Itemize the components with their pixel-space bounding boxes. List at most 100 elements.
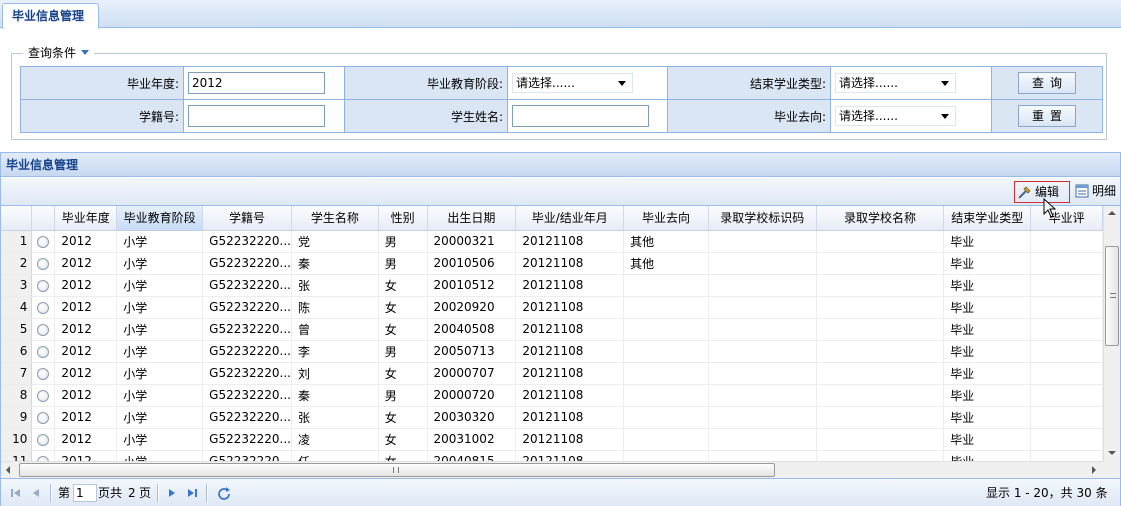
year-label: 毕业年度: [20, 66, 184, 100]
cell-name: 秦 [291, 252, 379, 275]
row-radio[interactable] [37, 411, 50, 424]
tab-label: 毕业信息管理 [12, 9, 85, 23]
column-header[interactable]: 录取学校标识码 [708, 206, 817, 231]
scroll-right-icon[interactable] [1091, 466, 1097, 474]
column-header[interactable]: 毕业去向 [623, 206, 709, 231]
table-row[interactable]: 4 2012 小学 G52232220... 陈女 20020920 20121108 毕业 [1, 296, 1103, 319]
table-row[interactable]: 5 2012 小学 G52232220... 曾女 20040508 20121108 毕业 [1, 318, 1103, 341]
first-page-icon[interactable] [9, 486, 23, 500]
separator [206, 484, 208, 502]
row-radio[interactable] [37, 257, 50, 270]
search-button[interactable]: 查询 [1018, 72, 1076, 94]
cell-code [708, 340, 817, 363]
column-header[interactable]: 毕业教育阶段 [116, 206, 204, 231]
next-page-icon[interactable] [165, 486, 179, 500]
cell-year: 2012 [54, 340, 118, 363]
edit-button[interactable]: 编辑 [1014, 181, 1070, 203]
chevron-down-icon[interactable] [618, 81, 626, 86]
horizontal-scrollbar[interactable] [1, 461, 1103, 478]
row-radio[interactable] [37, 433, 50, 446]
column-header[interactable]: 毕业/结业年月 [515, 206, 625, 231]
column-header[interactable]: 毕业评 [1030, 206, 1103, 231]
cell-stage: 小学 [116, 230, 204, 253]
student-no-label: 学籍号: [20, 99, 184, 133]
detail-button[interactable]: 明细 [1072, 181, 1118, 203]
row-number: 11 [1, 450, 33, 461]
stage-label: 毕业教育阶段: [344, 66, 508, 100]
end-type-select[interactable]: 请选择...... [835, 73, 956, 93]
student-name-input[interactable] [512, 105, 649, 127]
row-radio[interactable] [37, 345, 50, 358]
grid-toolbar: 编辑 明细 [1, 178, 1120, 206]
cell-sex: 女 [378, 362, 428, 385]
mouse-cursor-icon [1043, 198, 1057, 218]
cell-evaluation [1030, 450, 1103, 461]
column-header[interactable]: 录取学校名称 [816, 206, 945, 231]
collapse-arrow-icon[interactable] [81, 50, 90, 55]
chevron-down-icon[interactable] [941, 114, 949, 119]
row-number: 4 [1, 296, 33, 319]
prev-page-icon[interactable] [29, 486, 43, 500]
column-header[interactable]: 学籍号 [202, 206, 292, 231]
scroll-left-icon[interactable] [5, 466, 11, 474]
cell-year: 2012 [54, 406, 118, 429]
cell-name: 李 [291, 340, 379, 363]
cell-code [708, 362, 817, 385]
cell-year: 2012 [54, 252, 118, 275]
cell-dest [623, 450, 709, 461]
cell-grad: 20121108 [515, 450, 625, 461]
row-radio[interactable] [37, 323, 50, 336]
page-number-input[interactable]: 1 [73, 484, 97, 502]
query-form: 毕业年度: 2012 毕业教育阶段: 请选择...... 结束学业类型: 请选择… [20, 66, 1103, 133]
cell-birth: 20050713 [427, 340, 517, 363]
chevron-down-icon[interactable] [941, 81, 949, 86]
refresh-icon[interactable] [217, 486, 231, 500]
cell-end: 毕业 [943, 428, 1032, 451]
table-row[interactable]: 6 2012 小学 G52232220... 李男 20050713 20121108 毕业 [1, 340, 1103, 363]
column-header[interactable]: 学生名称 [291, 206, 379, 231]
row-radio[interactable] [37, 235, 50, 248]
cell-year: 2012 [54, 230, 118, 253]
cell-name: 张 [291, 274, 379, 297]
query-legend[interactable]: 查询条件 [23, 44, 95, 62]
table-row[interactable]: 1 2012 小学 G52232220... 党男 20000321 20121108 其他 毕… [1, 230, 1103, 253]
detail-icon [1075, 184, 1089, 198]
column-header[interactable]: 毕业年度 [54, 206, 118, 231]
table-row[interactable]: 2 2012 小学 G52232220... 秦男 20010506 20121108 其他 毕… [1, 252, 1103, 275]
row-radio[interactable] [37, 301, 50, 314]
cell-year: 2012 [54, 296, 118, 319]
cell-year: 2012 [54, 274, 118, 297]
row-radio[interactable] [37, 279, 50, 292]
vertical-scrollbar[interactable] [1103, 206, 1120, 461]
scroll-down-icon[interactable] [1108, 450, 1116, 456]
column-header[interactable]: 出生日期 [427, 206, 517, 231]
cell-no: G52232220... [202, 450, 292, 461]
row-radio[interactable] [37, 367, 50, 380]
table-row[interactable]: 10 2012 小学 G52232220... 凌女 20031002 20121108 毕业 [1, 428, 1103, 451]
year-input[interactable]: 2012 [188, 72, 325, 94]
reset-button[interactable]: 重置 [1018, 105, 1076, 127]
cell-grad: 20121108 [515, 274, 625, 297]
last-page-icon[interactable] [185, 486, 199, 500]
cell-name: 张 [291, 406, 379, 429]
destination-select[interactable]: 请选择...... [835, 106, 956, 126]
table-row[interactable]: 9 2012 小学 G52232220... 张女 20030320 20121108 毕业 [1, 406, 1103, 429]
cell-school [816, 362, 945, 385]
row-radio[interactable] [37, 389, 50, 402]
cell-school [816, 384, 945, 407]
cell-dest: 其他 [623, 252, 709, 275]
scroll-up-icon[interactable] [1108, 210, 1116, 216]
cell-grad: 20121108 [515, 406, 625, 429]
student-no-input[interactable] [188, 105, 325, 127]
table-row[interactable]: 7 2012 小学 G52232220... 刘女 20000707 20121108 毕业 [1, 362, 1103, 385]
tab-graduation-management[interactable]: 毕业信息管理 [2, 3, 99, 29]
cell-evaluation [1030, 406, 1103, 429]
column-header[interactable]: 性别 [378, 206, 428, 231]
table-row[interactable]: 11 2012小学G52232220...任女2004081520121108 毕业 [1, 450, 1103, 461]
row-select-cell [31, 274, 56, 297]
cell-no: G52232220... [202, 428, 292, 451]
table-row[interactable]: 3 2012 小学 G52232220... 张女 20010512 20121108 毕业 [1, 274, 1103, 297]
stage-select[interactable]: 请选择...... [512, 73, 633, 93]
column-header[interactable]: 结束学业类型 [943, 206, 1032, 231]
table-row[interactable]: 8 2012 小学 G52232220... 秦男 20000720 20121108 毕业 [1, 384, 1103, 407]
